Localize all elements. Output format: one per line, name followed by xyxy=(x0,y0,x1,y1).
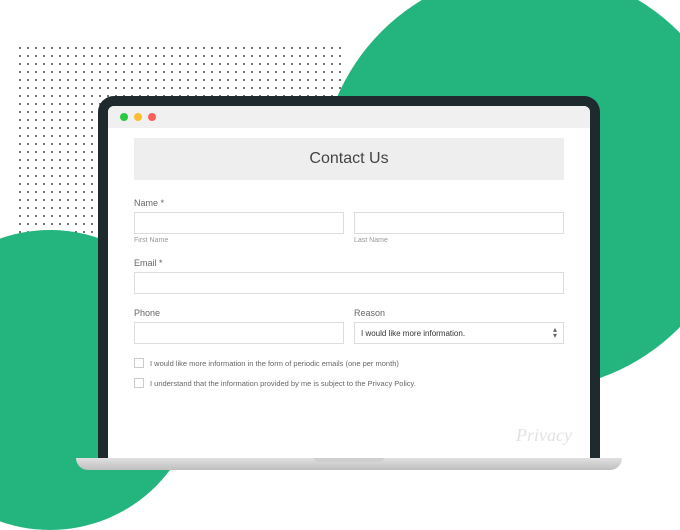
page-title: Contact Us xyxy=(146,150,552,168)
phone-label: Phone xyxy=(134,308,344,318)
chevron-updown-icon: ▴▾ xyxy=(553,327,557,339)
checkbox-1-label: I would like more information in the for… xyxy=(150,359,399,368)
watermark-text: Privacy xyxy=(516,425,572,446)
name-field-group: Name * First Name Last Name xyxy=(134,198,564,244)
checkbox-2-label: I understand that the information provid… xyxy=(150,379,416,388)
last-name-input[interactable] xyxy=(354,212,564,234)
reason-label: Reason xyxy=(354,308,564,318)
email-label: Email * xyxy=(134,258,564,268)
first-name-input[interactable] xyxy=(134,212,344,234)
window-titlebar xyxy=(108,106,590,128)
email-field-group: Email * xyxy=(134,258,564,294)
checkbox-row-1[interactable]: I would like more information in the for… xyxy=(134,358,564,368)
traffic-light-minimize[interactable] xyxy=(134,113,142,121)
last-name-sublabel: Last Name xyxy=(354,237,564,244)
phone-reason-row: Phone Reason I would like more informati… xyxy=(134,308,564,344)
checkbox-1[interactable] xyxy=(134,358,144,368)
traffic-light-zoom[interactable] xyxy=(148,113,156,121)
laptop-mockup: Contact Us Name * First Name Last Name E… xyxy=(98,96,600,470)
form-header: Contact Us xyxy=(134,138,564,180)
laptop-screen: Contact Us Name * First Name Last Name E… xyxy=(98,96,600,458)
reason-select-value: I would like more information. xyxy=(361,329,465,338)
laptop-base xyxy=(76,458,622,470)
contact-form-page: Contact Us Name * First Name Last Name E… xyxy=(108,128,590,404)
phone-input[interactable] xyxy=(134,322,344,344)
name-label: Name * xyxy=(134,198,564,208)
checkbox-2[interactable] xyxy=(134,378,144,388)
traffic-light-close[interactable] xyxy=(120,113,128,121)
first-name-sublabel: First Name xyxy=(134,237,344,244)
checkbox-row-2[interactable]: I understand that the information provid… xyxy=(134,378,564,388)
reason-select[interactable]: I would like more information. ▴▾ xyxy=(354,322,564,344)
email-input[interactable] xyxy=(134,272,564,294)
